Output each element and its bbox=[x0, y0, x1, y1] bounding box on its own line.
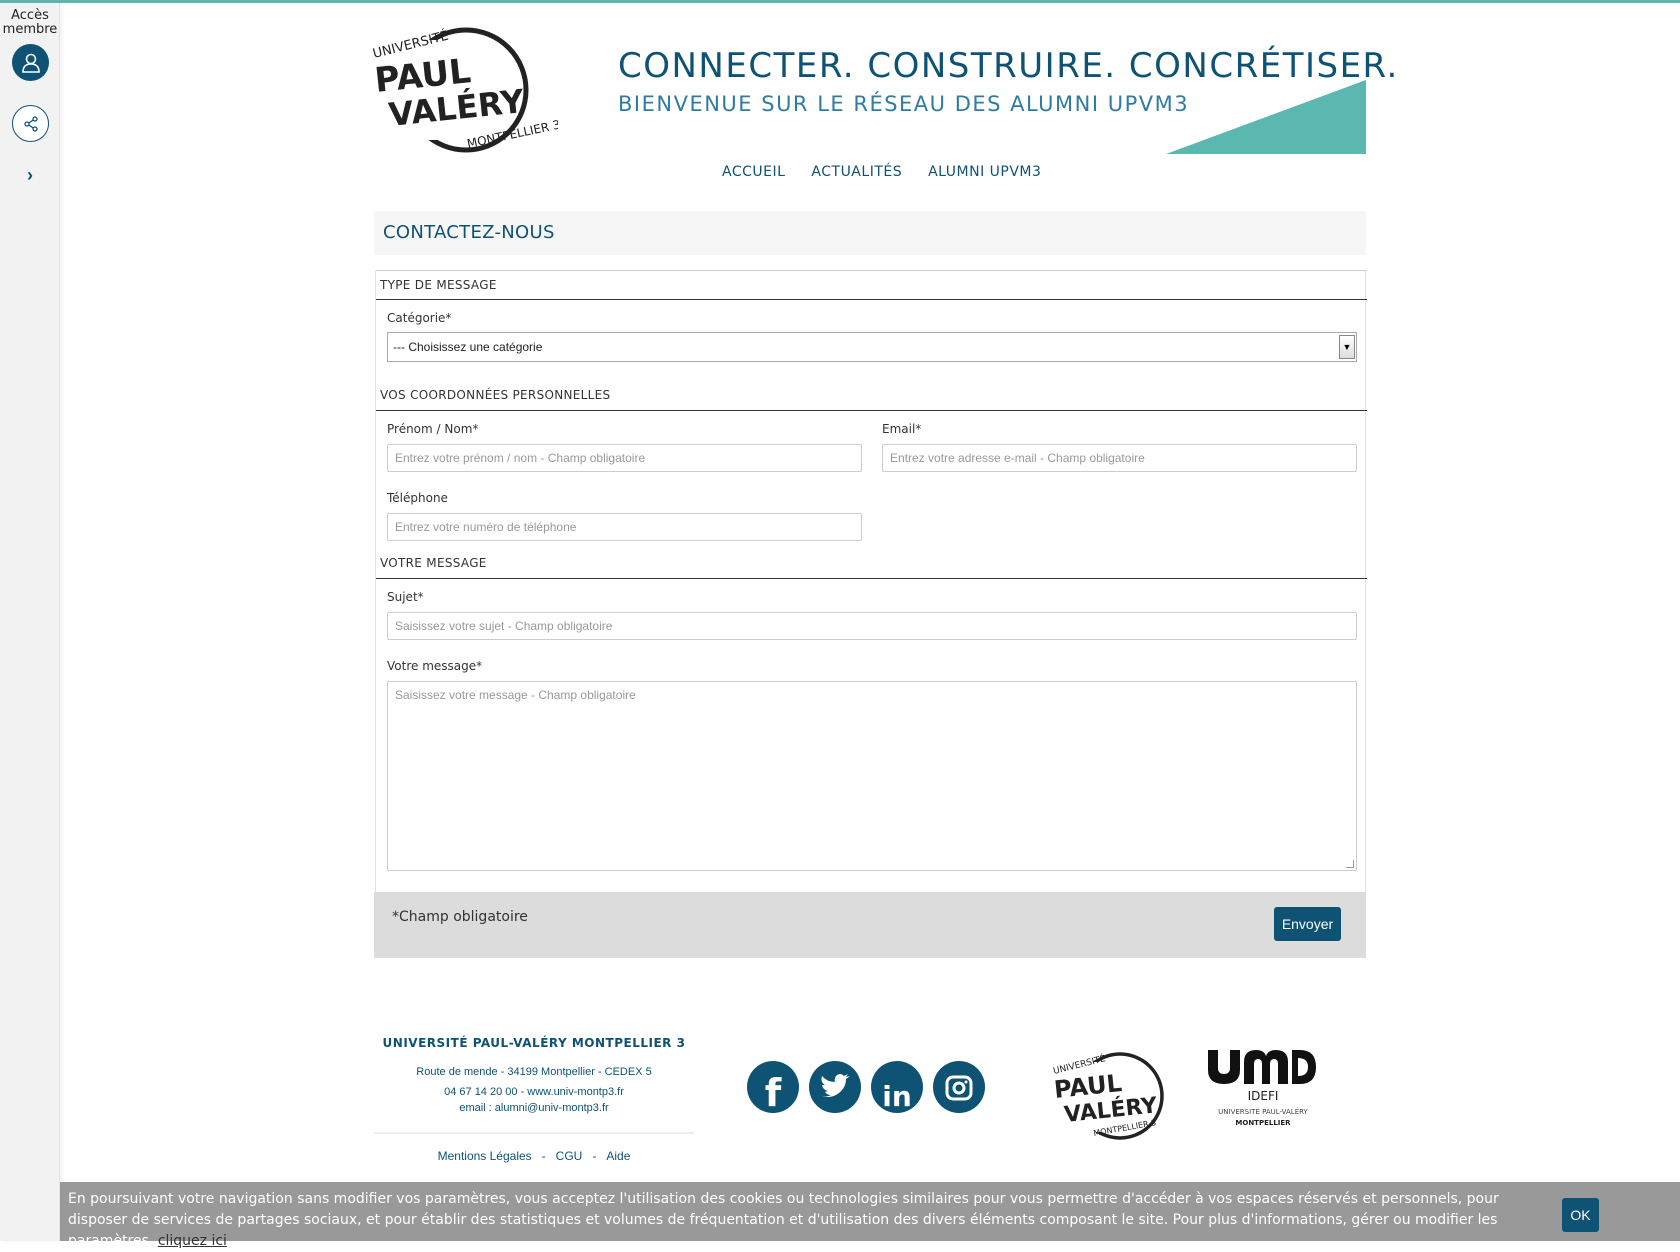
footer-university: UNIVERSITÉ PAUL-VALÉRY MONTPELLIER 3 bbox=[382, 1036, 686, 1050]
subject-label: Sujet* bbox=[387, 590, 424, 604]
member-access-label: Accès membre bbox=[2, 8, 58, 37]
share-button[interactable] bbox=[12, 105, 49, 142]
twitter-glyph bbox=[820, 1074, 850, 1097]
member-login-button[interactable] bbox=[12, 44, 49, 81]
cookie-settings-link[interactable]: cliquez ici bbox=[158, 1233, 227, 1249]
section-personal-label: VOS COORDONNÉES PERSONNELLES bbox=[380, 388, 611, 402]
message-label: Votre message* bbox=[387, 659, 483, 673]
university-logo[interactable]: UNIVERSITÉ PAUL VALÉRY MONTPELLIER 3 bbox=[368, 20, 558, 160]
email-label: Email* bbox=[882, 422, 922, 436]
nav-accueil[interactable]: ACCUEIL bbox=[722, 164, 785, 180]
cookie-text: En poursuivant votre navigation sans mod… bbox=[68, 1189, 1528, 1252]
twitter-icon[interactable] bbox=[809, 1061, 861, 1113]
section-message-type-label: TYPE DE MESSAGE bbox=[380, 278, 497, 292]
section-message-type: TYPE DE MESSAGE bbox=[376, 270, 1367, 300]
link-mentions[interactable]: Mentions Légales bbox=[438, 1149, 532, 1163]
category-label: Catégorie* bbox=[387, 311, 452, 325]
required-note: *Champ obligatoire bbox=[392, 909, 528, 925]
main-nav: ACCUEIL ACTUALITÉS ALUMNI UPVM3 bbox=[722, 164, 1041, 180]
idefi-sub2: MONTPELLIER bbox=[1235, 1119, 1291, 1127]
top-accent-bar bbox=[0, 0, 1680, 3]
footer-address: Route de mende - 34199 Montpellier - CED… bbox=[416, 1066, 652, 1078]
section-message: VOTRE MESSAGE bbox=[376, 549, 1367, 579]
facebook-icon[interactable]: f bbox=[747, 1061, 799, 1113]
footer-phone: 04 67 14 20 00 - www.univ-montp3.fr bbox=[444, 1086, 624, 1098]
category-select[interactable]: --- Choisissez une catégorie ▼ bbox=[387, 332, 1357, 362]
cookie-message: En poursuivant votre navigation sans mod… bbox=[68, 1191, 1499, 1249]
footer-email: email : alumni@univ-montp3.fr bbox=[459, 1102, 609, 1114]
idefi-name: IDEFI bbox=[1248, 1089, 1279, 1103]
site-subtitle: BIENVENUE SUR LE RÉSEAU DES ALUMNI UPVM3 bbox=[618, 92, 1190, 116]
link-cgu[interactable]: CGU bbox=[556, 1149, 583, 1163]
contact-header: CONTACTEZ-NOUS bbox=[374, 211, 1366, 255]
name-field[interactable]: Entrez votre prénom / nom - Champ obliga… bbox=[387, 444, 862, 472]
page-title: CONTACTEZ-NOUS bbox=[383, 222, 555, 243]
chevron-right-icon[interactable]: › bbox=[20, 165, 40, 185]
message-placeholder: Saisissez votre message - Champ obligato… bbox=[395, 688, 636, 702]
chevron-down-icon[interactable]: ▼ bbox=[1339, 335, 1355, 359]
linkedin-glyph: in bbox=[882, 1080, 912, 1113]
phone-field[interactable]: Entrez votre numéro de téléphone bbox=[387, 513, 862, 541]
subject-field[interactable]: Saisissez votre sujet - Champ obligatoir… bbox=[387, 612, 1357, 640]
name-label: Prénom / Nom* bbox=[387, 422, 479, 436]
decorative-triangle bbox=[1166, 80, 1366, 154]
idefi-sub1: UNIVERSITÉ PAUL-VALÉRY bbox=[1218, 1107, 1308, 1116]
instagram-icon[interactable] bbox=[933, 1061, 985, 1113]
section-message-label: VOTRE MESSAGE bbox=[380, 556, 487, 570]
section-personal: VOS COORDONNÉES PERSONNELLES bbox=[376, 381, 1367, 411]
send-button[interactable]: Envoyer bbox=[1274, 907, 1341, 941]
form-actions: *Champ obligatoire Envoyer bbox=[374, 892, 1366, 958]
nav-alumni[interactable]: ALUMNI UPVM3 bbox=[928, 164, 1041, 180]
cookie-ok-button[interactable]: OK bbox=[1562, 1198, 1599, 1232]
contact-form: TYPE DE MESSAGE Catégorie* --- Choisisse… bbox=[375, 270, 1367, 892]
linkedin-icon[interactable]: in bbox=[871, 1061, 923, 1113]
phone-label: Téléphone bbox=[387, 491, 448, 505]
nav-actualites[interactable]: ACTUALITÉS bbox=[811, 164, 902, 180]
footer-link-separator: - bbox=[592, 1149, 597, 1163]
idefi-logo: IDEFI UNIVERSITÉ PAUL-VALÉRY MONTPELLIER bbox=[1208, 1050, 1316, 1127]
link-aide[interactable]: Aide bbox=[606, 1149, 630, 1163]
cookie-banner: En poursuivant votre navigation sans mod… bbox=[60, 1182, 1680, 1249]
instagram-glyph bbox=[945, 1075, 973, 1101]
facebook-glyph: f bbox=[764, 1071, 782, 1113]
footer-divider bbox=[374, 1132, 694, 1134]
share-icon bbox=[23, 115, 38, 132]
category-select-value: --- Choisissez une catégorie bbox=[393, 340, 543, 354]
user-icon bbox=[21, 53, 40, 73]
footer-links: Mentions Légales - CGU - Aide bbox=[374, 1149, 694, 1163]
footer-university-logo: UNIVERSITÉ PAUL VALÉRY MONTPELLIER 3 bbox=[1050, 1052, 1164, 1140]
resize-handle[interactable] bbox=[1346, 860, 1354, 868]
footer-link-separator: - bbox=[541, 1149, 546, 1163]
member-sidebar: Accès membre › bbox=[0, 3, 60, 1241]
message-field[interactable]: Saisissez votre message - Champ obligato… bbox=[387, 681, 1357, 871]
email-field[interactable]: Entrez votre adresse e-mail - Champ obli… bbox=[882, 444, 1357, 472]
